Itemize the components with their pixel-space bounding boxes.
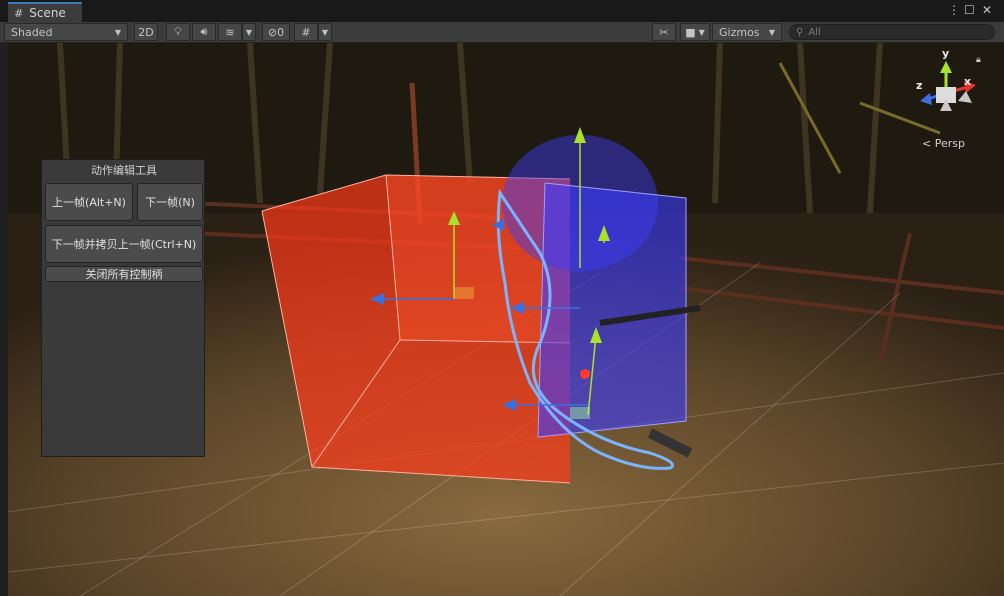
next-frame-button[interactable]: 下一帧(N): [137, 183, 203, 221]
gizmos-dropdown[interactable]: Gizmos ▼: [712, 23, 782, 41]
more-options-icon[interactable]: ⋮: [948, 3, 960, 17]
scene-toolbar: Shaded ▼ 2D 💡︎ 🔊︎ ≋ ▼ ⊘ 0 # ▼ ✂ ■ ▼ Gizm…: [0, 22, 1004, 43]
grid-toggle[interactable]: #: [294, 23, 318, 41]
left-edge-strip: [0, 43, 8, 596]
axis-z-label: z: [916, 79, 923, 92]
shading-mode-label: Shaded: [11, 25, 53, 39]
next-frame-label: 下一帧(N): [145, 196, 195, 209]
prev-frame-button[interactable]: 上一帧(Alt+N): [45, 183, 133, 221]
chevron-down-icon: ▼: [768, 27, 775, 37]
grid-icon: #: [14, 6, 24, 20]
tab-scene-label: Scene: [29, 6, 66, 20]
lightbulb-icon: 💡︎: [174, 25, 182, 38]
chevron-down-icon: ▼: [245, 27, 253, 37]
search-input[interactable]: ⚲ All: [789, 24, 995, 40]
blue-bounding-box: [537, 182, 687, 438]
axis-x-label: x: [964, 75, 972, 88]
lock-icon[interactable]: 🔒︎: [976, 55, 981, 65]
effects-dropdown[interactable]: ▼: [242, 23, 256, 41]
hidden-count: 0: [277, 25, 285, 39]
search-icon: ⚲: [796, 26, 804, 38]
chevron-down-icon: ▼: [114, 27, 121, 37]
eye-slash-icon: ⊘: [267, 25, 278, 39]
tools-button[interactable]: ✂: [652, 23, 676, 41]
hidden-objects-toggle[interactable]: ⊘ 0: [262, 23, 290, 41]
next-copy-frame-button[interactable]: 下一帧并拷贝上一帧(Ctrl+N): [45, 225, 203, 263]
toggle-2d-label: 2D: [138, 25, 154, 39]
close-handles-button[interactable]: 关闭所有控制柄: [45, 266, 203, 282]
close-handles-label: 关闭所有控制柄: [85, 268, 163, 281]
camera-icon: ■: [685, 25, 696, 39]
speaker-icon: 🔊︎: [200, 25, 208, 38]
effects-toggle[interactable]: ≋: [218, 23, 242, 41]
projection-label[interactable]: < Persp: [922, 137, 965, 150]
effects-icon: ≋: [225, 25, 235, 39]
wrench-icon: ✂: [659, 25, 669, 39]
search-placeholder: All: [808, 26, 821, 38]
camera-dropdown[interactable]: ■ ▼: [680, 23, 710, 41]
grid-icon: #: [301, 25, 311, 39]
axis-y-label: y: [942, 47, 950, 60]
action-edit-panel: 动作编辑工具 上一帧(Alt+N) 下一帧(N) 下一帧并拷贝上一帧(Ctrl+…: [41, 159, 205, 457]
grid-dropdown[interactable]: ▼: [318, 23, 332, 41]
panel-title: 动作编辑工具: [91, 164, 157, 177]
shading-mode-dropdown[interactable]: Shaded ▼: [4, 23, 128, 41]
lighting-toggle[interactable]: 💡︎: [166, 23, 190, 41]
chevron-down-icon: ▼: [321, 27, 329, 37]
tab-scene[interactable]: # Scene: [8, 2, 82, 22]
close-icon[interactable]: ✕: [982, 3, 992, 17]
tab-bar: # Scene ⋮ ☐ ✕: [0, 0, 1004, 22]
toggle-2d-button[interactable]: 2D: [134, 23, 158, 41]
chevron-down-icon: ▼: [698, 27, 705, 37]
next-copy-frame-label: 下一帧并拷贝上一帧(Ctrl+N): [51, 238, 197, 251]
prev-frame-label: 上一帧(Alt+N): [52, 196, 126, 209]
maximize-icon[interactable]: ☐: [964, 3, 975, 17]
audio-toggle[interactable]: 🔊︎: [192, 23, 216, 41]
gizmos-label: Gizmos: [719, 25, 760, 39]
